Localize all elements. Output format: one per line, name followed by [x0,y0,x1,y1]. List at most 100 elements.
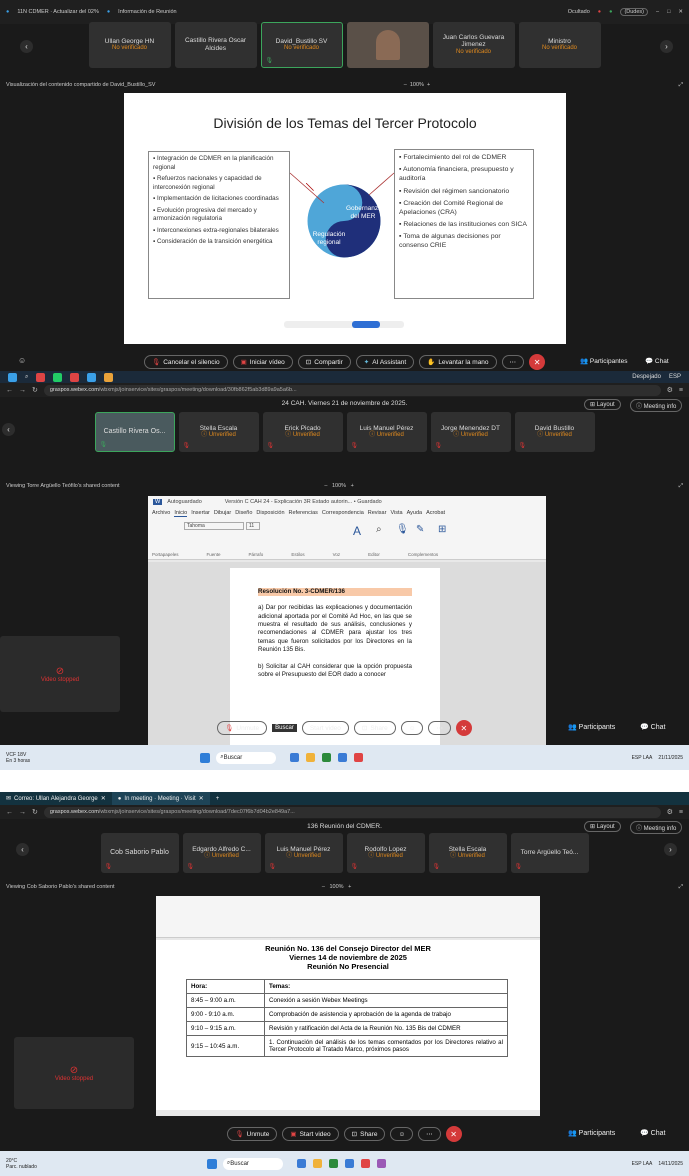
minimize-icon[interactable]: – [656,9,659,15]
reactions-button[interactable]: ☺ [390,1127,414,1141]
unmute-button[interactable]: 🎙 Unmute [227,1127,278,1141]
taskbar-search[interactable]: ⌕ Buscar [222,1157,283,1170]
meeting-info-button[interactable]: ⓘ Meeting info [630,399,683,412]
share-button[interactable]: ⊡ Share [353,721,396,735]
app-icon[interactable] [312,1159,322,1168]
menu-item[interactable]: Archivo [152,510,170,516]
participants-button[interactable]: 👥 Participants [568,1129,615,1137]
app-icon[interactable] [322,753,332,762]
reload-icon[interactable]: ↻ [32,386,38,394]
app-icon[interactable] [87,372,97,382]
menu-item[interactable]: Diseño [235,510,252,516]
app-icon[interactable] [360,1159,370,1168]
share-button[interactable]: ⊡ Share [343,1127,386,1141]
search-icon[interactable]: ⌕ [25,374,28,381]
editor-icon[interactable]: ✎ [416,524,424,535]
leave-button[interactable]: ✕ [455,720,472,736]
participant-tile[interactable]: Edgardo Alfredo C... ⓘ Unverified 🎙 [182,833,261,873]
titlebar-left2[interactable]: Información de Reunión [118,9,176,15]
participant-tile[interactable]: Jorge Menendez DT ⓘ Unverified 🎙 [430,412,511,452]
size-selector[interactable]: 11 [246,522,260,530]
start-icon[interactable] [200,752,211,763]
new-tab-button[interactable]: + [210,792,226,805]
participant-tile[interactable]: Cob Saborio Pablo 🎙 [100,833,179,873]
ai-assistant-button[interactable]: ✦ AI Assistant [355,355,415,369]
zoom-control[interactable]: – 100% + [324,483,354,489]
address-bar[interactable]: graspos.webex.com/wbxmjs/joinservice/sit… [43,384,661,396]
participant-tile[interactable]: Luis Manuel Pérez ⓘ Unverified 🎙 [264,833,343,873]
app-icon[interactable] [104,372,114,382]
app-icon[interactable] [376,1159,386,1168]
leave-button[interactable]: ✕ [445,1126,462,1142]
app-icon[interactable] [290,753,300,762]
search-icon[interactable]: ⌕ [376,524,382,535]
leave-button[interactable]: ✕ [529,354,546,370]
menu-icon[interactable]: ≡ [679,809,683,816]
participant-tile[interactable]: Castillo Rivera Oscar Alcides [174,22,257,68]
menu-item[interactable]: Insertar [191,510,210,516]
start-video-button[interactable]: Start video [301,721,349,735]
menu-item[interactable]: Referencias [289,510,318,516]
participant-tile[interactable]: Luis Manuel Pérez ⓘ Unverified 🎙 [346,412,427,452]
layout-button[interactable]: ⊞ Layout [584,399,621,410]
app-icon[interactable] [296,1159,306,1168]
app-icon[interactable] [354,753,364,762]
app-icon[interactable] [70,372,80,382]
taskbar-search[interactable]: ⌕ Buscar [216,751,277,764]
extensions-icon[interactable]: ⚙ [667,808,673,816]
menu-item[interactable]: Dibujar [214,510,231,516]
participant-tile-active[interactable]: Castillo Rivera Os... 🎙 [94,412,175,452]
participants-button[interactable]: 👥 Participantes [580,357,627,365]
styles-icon[interactable]: A [353,524,361,538]
fullscreen-icon[interactable]: ⤢ [679,82,683,89]
start-icon[interactable] [206,1158,217,1169]
app-icon[interactable] [328,1159,338,1168]
address-bar[interactable]: graspos.webex.com/wbxmjs/joinservice/sit… [43,806,661,818]
reload-icon[interactable]: ↻ [32,808,38,816]
participant-tile[interactable]: Rodolfo Lopez ⓘ Unverified 🎙 [346,833,425,873]
raise-hand-button[interactable]: ✋ Levantar la mano [419,355,497,369]
participant-video-tile[interactable] [346,22,429,68]
participant-tile[interactable]: Torre Argüello Teó... 🎙 [510,833,589,873]
start-icon[interactable] [8,372,17,382]
more-button[interactable]: ⋯ [418,1127,441,1141]
zoom-control[interactable]: – 100% + [322,884,352,890]
maximize-icon[interactable]: □ [667,9,670,15]
menu-item[interactable]: Vista [390,510,402,516]
layout-button[interactable]: ⊞ Layout [584,821,621,832]
reactions-icon[interactable]: ☺ [18,356,26,365]
participant-tile[interactable]: David Bustillo ⓘ Unverified 🎙 [514,412,595,452]
dudes-button[interactable]: (Dudes) [620,8,648,16]
dictate-icon[interactable]: 🎙 [396,524,409,535]
back-icon[interactable]: ← [6,387,13,394]
zoom-control[interactable]: – 100% + [404,82,430,88]
participant-tile-active[interactable]: David_Bustillo SV No verificado 🎙 [260,22,343,68]
share-button[interactable]: ⊡ Compartir [297,355,351,369]
participants-button[interactable]: 👥 Participants [568,723,615,731]
app-icon[interactable] [344,1159,354,1168]
menu-item[interactable]: Acrobat [426,510,445,516]
app-icon[interactable] [306,753,316,762]
forward-icon[interactable]: → [19,809,26,816]
start-video-button[interactable]: ▣ Iniciar vídeo [232,355,293,369]
participant-tile[interactable]: Ullan George HN No verificado [88,22,171,68]
participant-tile[interactable]: Juan Carlos Guevara Jimenez No verificado [432,22,515,68]
app-icon[interactable] [36,372,46,382]
menu-item[interactable]: Revisar [368,510,387,516]
participant-tile[interactable]: Stella Escala ⓘ Unverified 🎙 [428,833,507,873]
participant-tile[interactable]: Ministro No verificado [518,22,601,68]
unmute-button[interactable]: 🎙 Unmute [217,721,268,735]
tab-meeting[interactable]: ● In meeting · Meeting · Visit ✕ [111,792,210,805]
fullscreen-icon[interactable]: ⤢ [679,884,683,891]
menu-icon[interactable]: ≡ [679,387,683,394]
more-button[interactable]: ⋯ [428,721,451,735]
self-view[interactable]: ⊘ Video stopped [14,1037,134,1109]
addins-icon[interactable]: ⊞ [438,524,446,535]
unmute-button[interactable]: 🎙 Cancelar el silencio [143,355,228,369]
extensions-icon[interactable]: ⚙ [667,386,673,394]
more-button[interactable]: ⋯ [501,355,525,369]
chat-button[interactable]: 💬 Chat [640,723,665,731]
close-icon[interactable]: ✕ [678,9,683,15]
menu-item[interactable]: Ayuda [407,510,423,516]
chat-button[interactable]: 💬 Chat [645,357,669,365]
